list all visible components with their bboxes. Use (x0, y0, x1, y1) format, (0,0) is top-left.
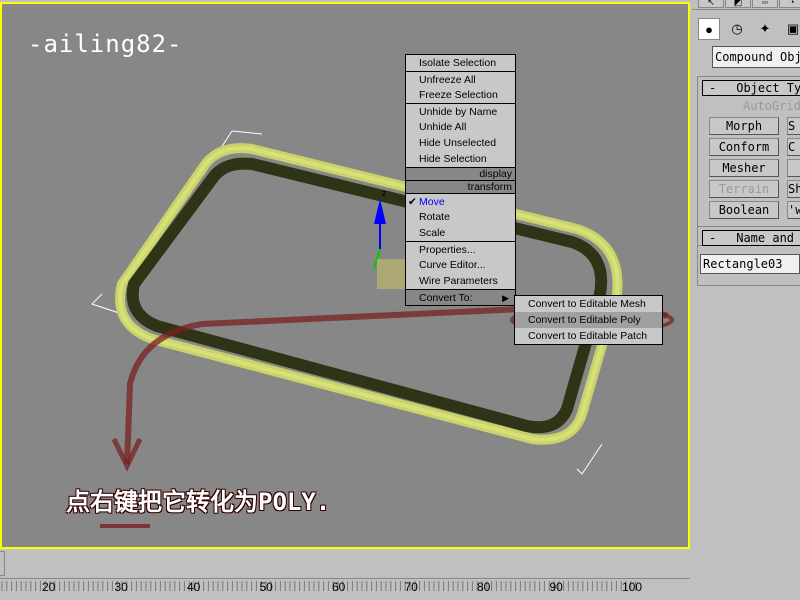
menu-item-curve-editor[interactable]: Curve Editor... (406, 257, 515, 273)
timeline[interactable]: 20 30 40 50 60 70 80 90 100 (0, 551, 690, 600)
checkmark-icon: ✔ (408, 196, 417, 208)
watermark-text: -ailing82- (28, 30, 183, 58)
scatter-button[interactable]: S (787, 117, 800, 135)
menu-item-wire-parameters[interactable]: Wire Parameters (406, 273, 515, 289)
menu-item-freeze-selection[interactable]: Freeze Selection (406, 87, 515, 103)
command-panel: ↖ ◩ ▫▫ ◔ ● ◷ ✦ ▣ Compound Objects - Objec… (692, 0, 800, 600)
connect-button[interactable]: C (787, 138, 800, 156)
perspective-viewport[interactable]: z -ailing82- 点右键把它转化为POLY. Isolate Selec… (0, 2, 690, 549)
collapse-icon: - (709, 81, 717, 95)
collapse-icon: - (709, 231, 717, 245)
object-name-input[interactable]: Rectangle03 (700, 254, 800, 274)
hierarchy-tab-icon[interactable]: ▫▫ (752, 0, 778, 8)
menu-item-convert-editable-mesh[interactable]: Convert to Editable Mesh (515, 296, 662, 312)
convert-to-submenu: Convert to Editable Mesh Convert to Edit… (514, 295, 663, 345)
submenu-arrow-icon: ▶ (502, 293, 509, 303)
blobmesh-button[interactable] (787, 159, 800, 177)
rollout-title: Object Type (736, 81, 800, 95)
motion-tab-icon[interactable]: ◔ (779, 0, 800, 8)
menu-item-hide-selection[interactable]: Hide Selection (406, 151, 515, 167)
tick-label: 100 (622, 580, 643, 594)
tick-label: 50 (259, 580, 273, 594)
svg-text:z: z (382, 188, 387, 198)
command-panel-tabs: ↖ ◩ ▫▫ ◔ (692, 0, 800, 10)
name-color-header[interactable]: - Name and Color (702, 230, 800, 246)
menu-item-convert-to[interactable]: Convert To: ▶ (406, 289, 515, 305)
tick-label: 40 (187, 580, 201, 594)
menu-item-hide-unselected[interactable]: Hide Unselected (406, 135, 515, 151)
boolean-button[interactable]: Boolean (709, 201, 779, 219)
menu-item-unhide-all[interactable]: Unhide All (406, 119, 515, 135)
tick-label: 70 (404, 580, 418, 594)
modify-tab-icon[interactable]: ◩ (725, 0, 751, 8)
tick-label: 20 (42, 580, 56, 594)
object-type-header[interactable]: - Object Type (702, 80, 800, 96)
tick-label: 90 (549, 580, 563, 594)
menu-item-properties[interactable]: Properties... (406, 241, 515, 257)
shapes-icon[interactable]: ◷ (726, 18, 748, 40)
conform-button[interactable]: Conform (709, 138, 779, 156)
tutorial-caption: 点右键把它转化为POLY. (66, 488, 331, 516)
menu-item-move[interactable]: ✔ Move (406, 193, 515, 209)
terrain-button[interactable]: Terrain (709, 180, 779, 198)
menu-header-transform: transform (406, 180, 515, 193)
object-type-rollout: - Object Type AutoGrid Morph Conform Mesh… (697, 76, 800, 246)
menu-item-unfreeze-all[interactable]: Unfreeze All (406, 71, 515, 87)
menu-item-label: Convert To: (419, 292, 473, 304)
menu-item-isolate-selection[interactable]: Isolate Selection (406, 55, 515, 71)
menu-header-display: display (406, 167, 515, 180)
menu-item-label: Move (419, 196, 445, 208)
menu-item-convert-editable-patch[interactable]: Convert to Editable Patch (515, 328, 662, 344)
category-dropdown[interactable]: Compound Objects (712, 46, 800, 68)
menu-item-convert-editable-poly[interactable]: Convert to Editable Poly (515, 312, 662, 328)
lights-icon[interactable]: ✦ (754, 18, 776, 40)
geometry-icon[interactable]: ● (698, 18, 720, 40)
shapemerge-button[interactable]: Sh (787, 180, 800, 198)
quad-menu: Isolate Selection Unfreeze All Freeze Se… (405, 54, 516, 306)
autogrid-checkbox[interactable]: AutoGrid (743, 99, 800, 113)
time-slider[interactable] (0, 551, 5, 576)
menu-item-scale[interactable]: Scale (406, 225, 515, 241)
tick-label: 80 (477, 580, 491, 594)
cameras-icon[interactable]: ▣ (782, 18, 800, 40)
rollout-title: Name and Color (736, 231, 800, 245)
loft-button[interactable]: 'wr (787, 201, 800, 219)
rectangle-object[interactable]: z (2, 4, 690, 549)
menu-item-unhide-by-name[interactable]: Unhide by Name (406, 103, 515, 119)
create-tab-icon[interactable]: ↖ (698, 0, 724, 8)
morph-button[interactable]: Morph (709, 117, 779, 135)
mesher-button[interactable]: Mesher (709, 159, 779, 177)
track-bar-ruler (0, 578, 690, 579)
tick-label: 60 (332, 580, 346, 594)
menu-item-rotate[interactable]: Rotate (406, 209, 515, 225)
tick-label: 30 (114, 580, 128, 594)
